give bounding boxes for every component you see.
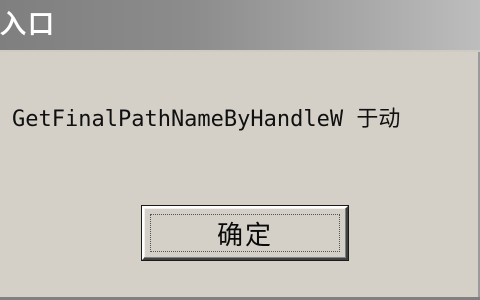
error-dialog: 入口 GetFinalPathNameByHandleW 于动 确定: [0, 0, 480, 300]
ok-button-label: 确定: [216, 220, 273, 251]
title-bar[interactable]: 入口: [0, 0, 480, 52]
ok-button[interactable]: 确定: [141, 205, 349, 261]
dialog-content: GetFinalPathNameByHandleW 于动 确定: [0, 52, 480, 300]
error-message: GetFinalPathNameByHandleW 于动: [12, 107, 401, 132]
window-title: 入口: [0, 10, 57, 40]
